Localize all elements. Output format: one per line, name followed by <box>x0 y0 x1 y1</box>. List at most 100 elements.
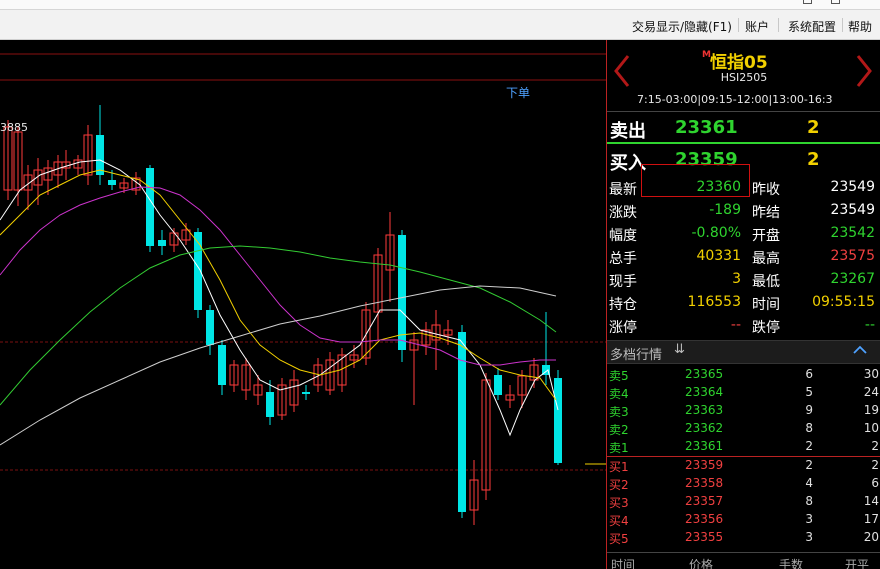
level-price: 23362 <box>685 421 724 435</box>
symbol-header: M 恒指05 HSI2505 7:15-03:00|09:15-12:00|13… <box>607 40 880 112</box>
menu-help[interactable]: 帮助 <box>848 18 872 35</box>
stat-row: 涨停 -- 跌停 -- <box>607 315 880 338</box>
quote-panel: M 恒指05 HSI2505 7:15-03:00|09:15-12:00|13… <box>606 40 880 569</box>
candle-body-down <box>108 180 116 185</box>
level-qty: 8 <box>805 494 813 508</box>
stat-row: 涨跌 -189 昨结 23549 <box>607 200 880 223</box>
level-label: 买5 <box>609 532 629 546</box>
maximize-icon[interactable] <box>831 0 840 4</box>
ask-price: 23361 <box>675 117 738 138</box>
chevron-up-icon[interactable] <box>853 343 867 357</box>
ma60-line <box>0 245 557 406</box>
level-price: 23364 <box>685 385 724 399</box>
stat-label: 最高 <box>752 251 780 267</box>
candle-body-down <box>96 135 104 175</box>
stat-value: 116553 <box>687 294 741 310</box>
menu-separator <box>842 18 843 32</box>
candle-body-down <box>458 332 466 512</box>
symbol-code: HSI2505 <box>720 71 768 84</box>
menu-system-config[interactable]: 系统配置 <box>788 18 836 35</box>
level-label: 卖4 <box>609 387 629 401</box>
level-price: 23363 <box>685 403 724 417</box>
menu-separator <box>778 18 779 32</box>
chevron-double-down-icon[interactable]: ⇊ <box>674 342 685 357</box>
stat-value: 23542 <box>830 225 875 241</box>
tick-header: 时间 价格 手数 开平 <box>607 552 880 569</box>
level-label: 买3 <box>609 496 629 510</box>
stat-value: 40331 <box>696 248 741 264</box>
ask-row[interactable]: 卖出 23361 2 <box>607 113 880 144</box>
stat-label: 跌停 <box>752 320 780 336</box>
level-qty: 4 <box>805 476 813 490</box>
stat-value: -0.80% <box>691 225 741 241</box>
level-total: 2 <box>871 458 879 472</box>
stat-value: 23549 <box>830 179 875 195</box>
ma120-line <box>0 285 557 446</box>
candle-body-down <box>554 378 562 463</box>
stat-label: 涨跌 <box>609 205 637 221</box>
level-price: 23359 <box>685 458 724 472</box>
level-total: 10 <box>863 421 879 435</box>
highlight-box <box>641 164 750 197</box>
stat-value: -- <box>864 317 875 333</box>
level-qty: 8 <box>805 421 813 435</box>
candle-body-down <box>146 168 154 246</box>
ask-level-row[interactable]: 卖3 23363 9 19 <box>607 402 880 420</box>
menu-bar: 交易显示/隐藏(F1) 账户 系统配置 帮助 <box>0 0 880 40</box>
candle-body-down <box>494 375 502 395</box>
title-bar <box>0 0 880 10</box>
bid-level-row[interactable]: 买5 23355 3 20 <box>607 529 880 547</box>
level-label: 卖2 <box>609 423 629 437</box>
stat-label: 时间 <box>752 297 780 313</box>
bid-level-row[interactable]: 买4 23356 3 17 <box>607 511 880 529</box>
bid-level-row[interactable]: 买2 23358 4 6 <box>607 475 880 493</box>
candle-body-down <box>266 392 274 417</box>
stat-label: 持仓 <box>609 297 637 313</box>
ask-level-row[interactable]: 卖2 23362 8 10 <box>607 420 880 438</box>
stat-value: 23267 <box>830 271 875 287</box>
tick-col-qty: 手数 <box>779 558 804 569</box>
order-button[interactable]: 下单 <box>506 84 530 101</box>
menu-account[interactable]: 账户 <box>745 18 769 35</box>
level-label: 卖3 <box>609 405 629 419</box>
chart-canvas <box>0 53 606 525</box>
ma5-line <box>0 159 559 437</box>
depth-header: 多档行情 ⇊ <box>607 340 880 364</box>
ask-level-row[interactable]: 卖1 23361 2 2 <box>607 438 880 456</box>
level-price: 23355 <box>685 530 724 544</box>
tick-col-time: 时间 <box>611 558 636 569</box>
level-total: 6 <box>871 476 879 490</box>
level-price: 23358 <box>685 476 724 490</box>
level-label: 买1 <box>609 460 629 474</box>
ask-label: 卖出 <box>610 121 646 142</box>
bid-level-row[interactable]: 买1 23359 2 2 <box>607 457 880 475</box>
restore-icon[interactable] <box>803 0 812 4</box>
ask-level-row[interactable]: 卖5 23365 6 30 <box>607 366 880 384</box>
stat-label: 昨结 <box>752 205 780 221</box>
level-total: 14 <box>863 494 879 508</box>
level-total: 20 <box>863 530 879 544</box>
stat-row: 总手 40331 最高 23575 <box>607 246 880 269</box>
candlestick-chart[interactable]: 下单 3885 <box>0 40 606 569</box>
level-total: 17 <box>863 512 879 526</box>
stat-label: 昨收 <box>752 182 780 198</box>
price-marker-label: 3885 <box>0 121 28 134</box>
bid-level-row[interactable]: 买3 23357 8 14 <box>607 493 880 511</box>
stat-value: 09:55:15 <box>812 294 875 310</box>
level-qty: 6 <box>805 367 813 381</box>
market-depth: 卖5 23365 6 30 卖4 23364 5 24 卖3 23363 9 19 卖2 23362 8 10… <box>607 366 880 547</box>
ask-level-row[interactable]: 卖4 23364 5 24 <box>607 384 880 402</box>
candle-body-down <box>398 235 406 350</box>
level-qty: 3 <box>805 530 813 544</box>
level-total: 19 <box>863 403 879 417</box>
bid-volume: 2 <box>807 149 820 170</box>
depth-title: 多档行情 <box>610 348 663 363</box>
menu-toggle-trading[interactable]: 交易显示/隐藏(F1) <box>632 18 732 35</box>
bid-levels: 买1 23359 2 2 买2 23358 4 6 买3 23357 8 14 买4 23356 3 17 买5… <box>607 457 880 547</box>
stat-label: 最新 <box>609 182 637 198</box>
stat-label: 开盘 <box>752 228 780 244</box>
stat-label: 现手 <box>609 274 637 290</box>
level-total: 24 <box>863 385 879 399</box>
stat-value: -- <box>730 317 741 333</box>
menu-separator <box>738 18 739 32</box>
